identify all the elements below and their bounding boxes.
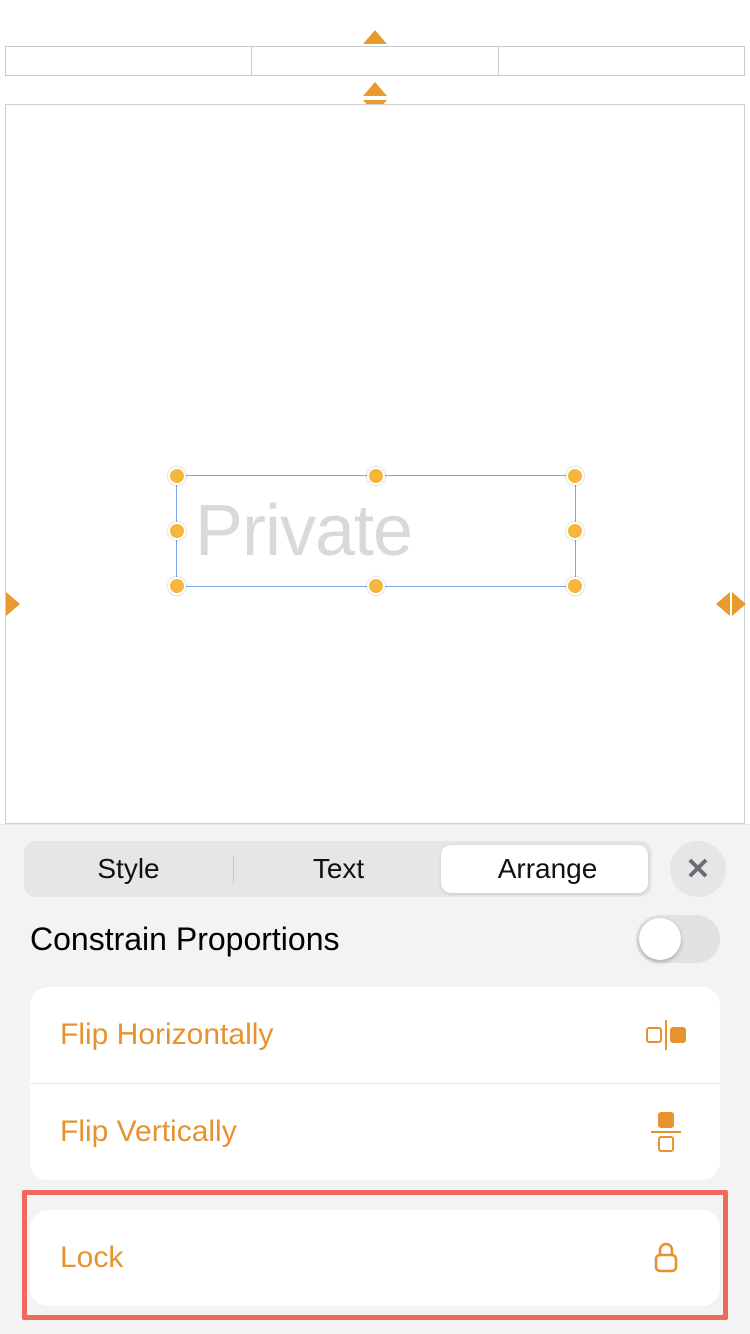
resize-handle-bc[interactable] [367, 577, 385, 595]
tab-arrange[interactable]: Arrange [443, 853, 652, 885]
table-cell[interactable] [6, 47, 252, 75]
flip-vertically-label: Flip Vertically [60, 1115, 237, 1149]
lock-button[interactable]: Lock [30, 1210, 720, 1306]
table-cell[interactable] [252, 47, 498, 75]
resize-handle-ml[interactable] [168, 522, 186, 540]
constrain-proportions-row: Constrain Proportions [0, 909, 750, 987]
nav-arrow-left-icon[interactable] [716, 592, 730, 616]
flip-horizontal-icon [642, 1015, 690, 1055]
lock-actions-group: Lock [30, 1210, 720, 1306]
selected-textbox[interactable]: Private [176, 475, 576, 587]
format-panel: Style Text Arrange ✕ Constrain Proportio… [0, 824, 750, 1334]
nav-arrow-up-icon[interactable] [363, 82, 387, 96]
flip-vertically-button[interactable]: Flip Vertically [30, 1083, 720, 1180]
flip-horizontally-button[interactable]: Flip Horizontally [30, 987, 720, 1083]
constrain-proportions-label: Constrain Proportions [30, 921, 339, 958]
resize-handle-tc[interactable] [367, 467, 385, 485]
nav-arrow-right-icon[interactable] [732, 592, 746, 616]
close-panel-button[interactable]: ✕ [670, 841, 726, 897]
tab-text[interactable]: Text [234, 853, 443, 885]
spreadsheet-row[interactable] [5, 46, 745, 76]
toggle-knob [639, 918, 681, 960]
nav-arrow-right-icon[interactable] [6, 592, 20, 616]
textbox-content: Private [195, 490, 412, 572]
tab-style[interactable]: Style [24, 853, 233, 885]
flip-horizontally-label: Flip Horizontally [60, 1018, 273, 1052]
resize-handle-mr[interactable] [566, 522, 584, 540]
flip-vertical-icon [642, 1112, 690, 1152]
constrain-proportions-toggle[interactable] [636, 915, 720, 963]
close-icon: ✕ [685, 852, 710, 887]
canvas-area[interactable]: Private [5, 104, 745, 824]
table-cell[interactable] [499, 47, 744, 75]
resize-handle-bl[interactable] [168, 577, 186, 595]
resize-handle-tl[interactable] [168, 467, 186, 485]
flip-actions-group: Flip Horizontally Flip Vertically [30, 987, 720, 1180]
resize-handle-br[interactable] [566, 577, 584, 595]
resize-handle-tr[interactable] [566, 467, 584, 485]
nav-arrow-up-icon[interactable] [363, 30, 387, 44]
lock-icon [642, 1238, 690, 1278]
format-tabs: Style Text Arrange [24, 841, 652, 897]
lock-label: Lock [60, 1241, 123, 1275]
